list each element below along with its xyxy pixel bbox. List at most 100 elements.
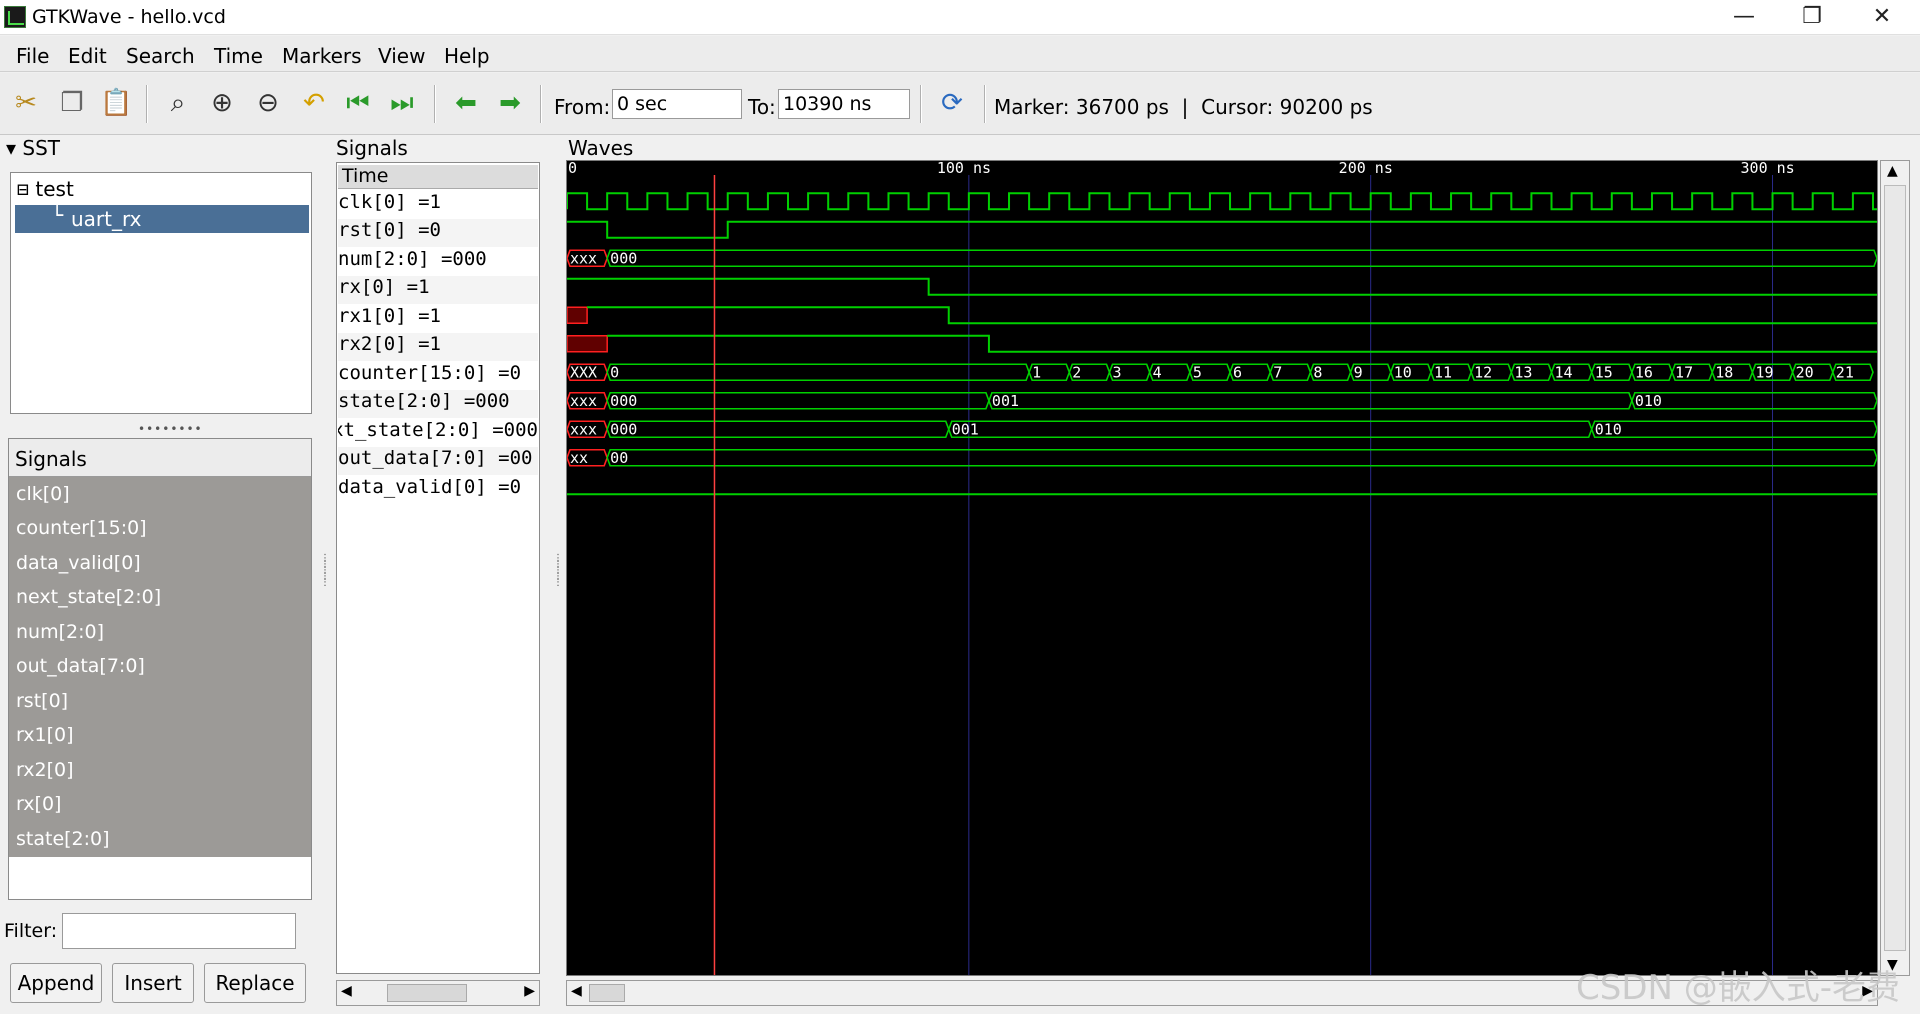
zoom-in-icon[interactable]: ⊕ — [206, 87, 238, 119]
scrollbar-thumb[interactable] — [387, 984, 467, 1002]
menu-help[interactable]: Help — [444, 44, 490, 68]
menu-search[interactable]: Search — [126, 44, 195, 68]
time-tick-label: 200 ns — [1339, 161, 1393, 177]
to-input[interactable] — [778, 89, 910, 119]
menu-edit[interactable]: Edit — [68, 44, 107, 68]
copy-icon[interactable]: ❐ — [56, 87, 88, 119]
pane-resize-grip[interactable]: •••••••• — [138, 422, 202, 436]
tree-expander-icon[interactable]: ⊟ — [17, 177, 29, 201]
filter-label: Filter: — [4, 920, 58, 942]
rx2-waveform — [607, 334, 1877, 353]
signal-list-header[interactable]: Signals — [9, 439, 311, 477]
signal-row[interactable]: clk[0] =1 — [338, 191, 538, 219]
from-input[interactable] — [612, 89, 742, 119]
menu-markers[interactable]: Markers — [282, 44, 362, 68]
tree-node-uart-rx[interactable]: └ uart_rx — [15, 203, 309, 233]
scroll-up-icon[interactable]: ▲ — [1887, 163, 1898, 179]
num-bus-value: 000 — [610, 249, 637, 267]
next_state-bus-value: 010 — [1595, 420, 1622, 438]
toolbar-separator — [540, 85, 542, 123]
list-item[interactable]: rx1[0] — [16, 724, 74, 746]
sst-pane-label[interactable]: ▾ SST — [6, 136, 60, 160]
scrollbar-thumb[interactable] — [1884, 185, 1906, 951]
zoom-out-icon[interactable]: ⊖ — [252, 87, 284, 119]
waveform-canvas[interactable]: 0 100 ns 200 ns 300 ns xxx 000 XXX 0 1 2 3 4 5 6 7 8 9 10… — [566, 159, 1878, 976]
signal-row[interactable]: rst[0] =0 — [338, 219, 538, 247]
tree-node-test[interactable]: ⊟ test — [17, 177, 74, 201]
counter-bus-value: 16 — [1635, 363, 1653, 381]
menu-view[interactable]: View — [378, 44, 425, 68]
append-button[interactable]: Append — [10, 963, 102, 1003]
scroll-right-icon[interactable]: ▶ — [524, 983, 535, 999]
minimize-button[interactable]: — — [1710, 0, 1778, 35]
rx2-undefined-region — [566, 335, 608, 353]
list-item[interactable]: state[2:0] — [16, 828, 110, 850]
next_state-bus-segment — [947, 420, 1593, 439]
list-item[interactable]: clk[0] — [16, 483, 70, 505]
list-item[interactable]: counter[15:0] — [16, 517, 147, 539]
page-right-icon[interactable]: ➡ — [494, 87, 526, 119]
goto-end-icon[interactable]: ⏭ — [386, 87, 418, 119]
pane-splitter[interactable]: ⋮ ⋮ ⋮ ⋮ ⋮ — [553, 554, 563, 606]
signal-row[interactable]: out_data[7:0] =00 — [338, 447, 538, 475]
counter-bus-value: 5 — [1193, 363, 1202, 381]
zoom-fit-icon[interactable]: ⌕ — [162, 87, 194, 119]
counter-bus-value: 1 — [1032, 363, 1041, 381]
time-tick-label: 0 — [568, 161, 577, 177]
signal-row[interactable]: rx1[0] =1 — [338, 305, 538, 333]
signal-row[interactable]: data_valid[0] =0 — [338, 476, 538, 504]
menu-file[interactable]: File — [16, 44, 49, 68]
signal-row[interactable]: counter[15:0] =0 — [338, 362, 538, 390]
list-item[interactable]: rx2[0] — [16, 759, 74, 781]
counter-bus-value: 12 — [1474, 363, 1492, 381]
list-item[interactable]: next_state[2:0] — [16, 586, 161, 608]
signal-row[interactable]: rx2[0] =1 — [338, 333, 538, 361]
replace-button[interactable]: Replace — [204, 963, 306, 1003]
cut-icon[interactable]: ✂ — [10, 87, 42, 119]
counter-bus-value: 6 — [1233, 363, 1242, 381]
list-item[interactable]: num[2:0] — [16, 621, 104, 643]
time-tick-label: 300 ns — [1741, 161, 1795, 177]
scroll-left-icon[interactable]: ◀ — [571, 983, 582, 999]
close-button[interactable]: ✕ — [1848, 0, 1916, 35]
goto-start-icon[interactable]: ⏮ — [342, 87, 374, 119]
rx-waveform — [567, 277, 1877, 296]
counter-bus-value: 19 — [1755, 363, 1773, 381]
scrollbar-thumb[interactable] — [589, 984, 625, 1002]
state-bus-value: 001 — [992, 392, 1019, 410]
insert-button[interactable]: Insert — [112, 963, 194, 1003]
list-item[interactable]: rx[0] — [16, 793, 61, 815]
sst-tree: ⊟ test └ uart_rx — [10, 172, 312, 414]
restore-button[interactable]: ❐ — [1778, 0, 1846, 35]
toolbar-separator — [434, 85, 436, 123]
scroll-left-icon[interactable]: ◀ — [341, 983, 352, 999]
num-bus-value: xxx — [570, 249, 597, 267]
counter-bus-value: 18 — [1715, 363, 1733, 381]
counter-bus-value: 20 — [1796, 363, 1814, 381]
filter-input[interactable] — [62, 913, 296, 949]
reload-icon[interactable]: ⟳ — [936, 87, 968, 119]
signal-row[interactable]: num[2:0] =000 — [338, 248, 538, 276]
signals-horizontal-scrollbar[interactable]: ◀ ▶ — [336, 980, 540, 1006]
list-item[interactable]: rst[0] — [16, 690, 68, 712]
waves-vertical-scrollbar[interactable]: ▲ ▼ — [1880, 160, 1910, 976]
menu-time[interactable]: Time — [214, 44, 263, 68]
out_data-bus-value: xx — [570, 449, 588, 467]
num-bus-segment — [606, 249, 1878, 268]
signal-row[interactable]: state[2:0] =000 — [338, 390, 538, 418]
signal-row[interactable]: next_state[2:0] =000 — [338, 419, 538, 447]
counter-bus-value: 2 — [1072, 363, 1081, 381]
counter-bus-segment — [606, 363, 1030, 382]
list-item[interactable]: data_valid[0] — [16, 552, 141, 574]
paste-icon[interactable]: 📋 — [100, 87, 132, 119]
state-bus-segment — [988, 391, 1633, 410]
list-item[interactable]: out_data[7:0] — [16, 655, 145, 677]
pane-splitter[interactable]: ⋮ ⋮ ⋮ ⋮ ⋮ — [320, 554, 330, 606]
page-left-icon[interactable]: ⬅ — [450, 87, 482, 119]
undo-zoom-icon[interactable]: ↶ — [298, 87, 330, 119]
counter-bus-value: 15 — [1595, 363, 1613, 381]
counter-bus-value: 0 — [610, 363, 619, 381]
signal-row[interactable]: rx[0] =1 — [338, 276, 538, 304]
out_data-bus-segment — [606, 448, 1878, 467]
waveform-svg[interactable]: 0 100 ns 200 ns 300 nsxxx 000XXX 0 1 2 3 4 5 6 7 8 9 10… — [566, 159, 1878, 975]
